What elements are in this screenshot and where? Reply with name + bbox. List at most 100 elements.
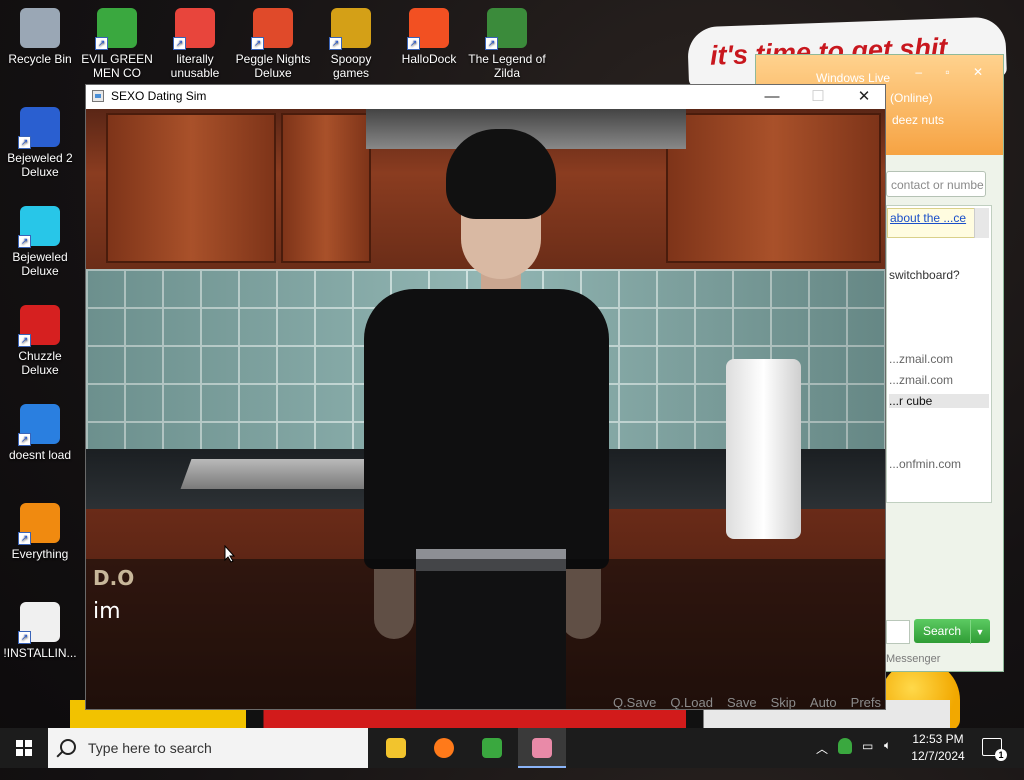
taskbar: Type here to search ︿ ▭ 🔈︎ 12:53 PM 12/7… [0, 728, 1024, 768]
taskbar-app-firefox[interactable] [420, 728, 468, 768]
shortcut-arrow-icon: ↗ [329, 37, 342, 50]
desktop-icon-label: The Legend of Zilda [468, 52, 546, 80]
messenger-status[interactable]: (Online) [890, 91, 933, 105]
paper-towel-roll [726, 359, 801, 539]
desktop-icon[interactable]: ↗ !INSTALLIN... [0, 598, 80, 660]
messenger-tip-link[interactable]: about the ...ce [887, 208, 977, 238]
messenger-contact[interactable]: ...onfmin.com [889, 457, 961, 471]
chevron-up-icon[interactable]: ︿ [816, 740, 828, 780]
messenger-contact[interactable]: ...zmail.com [889, 373, 953, 387]
desktop-icon-label: doesnt load [8, 448, 72, 462]
window-titlebar[interactable]: SEXO Dating Sim — ☐ ✕ [86, 85, 885, 109]
messenger-scrollbar[interactable] [974, 208, 989, 238]
desktop-icon[interactable]: ↗ Bejeweled 2 Deluxe [0, 103, 80, 179]
taskbar-app-dating-sim[interactable] [518, 728, 566, 768]
messenger-window-controls[interactable]: – ▫ ✕ [915, 65, 993, 79]
desktop-icon[interactable]: ↗ HalloDock [389, 4, 469, 66]
start-button[interactable] [0, 728, 48, 768]
taskbar-search-box[interactable]: Type here to search [48, 728, 368, 768]
chevron-down-icon[interactable]: ▼ [970, 620, 989, 644]
dialogue-box[interactable]: D.O im Q.Save Q.Load Save Skip Auto Pref… [86, 559, 885, 709]
bejeweled-icon: ↗ [18, 206, 60, 248]
skip-button[interactable]: Skip [771, 695, 796, 709]
desktop-icon-label: Bejeweled 2 Deluxe [7, 151, 73, 179]
messenger-nickname[interactable]: deez nuts [892, 113, 944, 127]
prefs-button[interactable]: Prefs [851, 695, 881, 709]
desktop-icon[interactable]: ↗ EVIL GREEN MEN CO [77, 4, 157, 80]
messenger-search-input[interactable]: contact or numbe [886, 171, 986, 197]
shortcut-arrow-icon: ↗ [18, 433, 31, 446]
shortcut-arrow-icon: ↗ [18, 334, 31, 347]
shortcut-arrow-icon: ↗ [18, 631, 31, 644]
bejeweled2-icon: ↗ [18, 107, 60, 149]
taskbar-app-messenger[interactable] [468, 728, 516, 768]
shortcut-arrow-icon: ↗ [18, 136, 31, 149]
clock-time: 12:53 PM [912, 732, 964, 746]
desktop-icon-label: !INSTALLIN... [3, 646, 77, 660]
desktop-icon-label: EVIL GREEN MEN CO [81, 52, 153, 80]
dating-sim-window[interactable]: SEXO Dating Sim — ☐ ✕ D.O im Q.Save Q.Lo… [85, 84, 886, 710]
cabinet-door [666, 113, 881, 263]
chuzzle-icon: ↗ [18, 305, 60, 347]
desktop-icon[interactable]: ↗ The Legend of Zilda [467, 4, 547, 80]
character-hair [446, 129, 556, 219]
desktop-icon-label: Bejeweled Deluxe [12, 250, 68, 278]
desktop-icon[interactable]: ↗ Bejeweled Deluxe [0, 202, 80, 278]
search-icon [60, 739, 76, 755]
shortcut-arrow-icon: ↗ [173, 37, 186, 50]
desktop-icon[interactable]: ↗ Chuzzle Deluxe [0, 301, 80, 377]
windows-logo-icon: ↗ [407, 8, 449, 50]
desktop-icon-label: Everything [11, 547, 69, 561]
messenger-search-button-label: Search [922, 624, 962, 638]
desktop-icon-label: Peggle Nights Deluxe [235, 52, 311, 80]
desktop-icon-label: Chuzzle Deluxe [18, 349, 62, 377]
quick-save-button[interactable]: Q.Save [613, 695, 656, 709]
desktop-icon[interactable]: ↗ Spoopy games [311, 4, 391, 80]
quick-load-button[interactable]: Q.Load [670, 695, 713, 709]
messenger-title: Windows Live [816, 71, 891, 85]
messenger-search-field[interactable] [886, 620, 910, 644]
character-shirt [364, 289, 609, 569]
desktop-icon[interactable]: Recycle Bin [0, 4, 80, 66]
game-scene[interactable]: D.O im Q.Save Q.Load Save Skip Auto Pref… [86, 109, 885, 709]
quick-menu: Q.Save Q.Load Save Skip Auto Prefs [613, 695, 881, 709]
desktop-icon-label: literally unusable [170, 52, 220, 80]
taskbar-app-file-explorer[interactable] [372, 728, 420, 768]
desktop-icon-label: HalloDock [401, 52, 457, 66]
network-icon[interactable]: ▭ [862, 739, 873, 779]
close-button[interactable]: ✕ [841, 85, 887, 109]
save-button[interactable]: Save [727, 695, 757, 709]
mouse-cursor-icon [224, 545, 236, 563]
chrome-icon: ↗ [173, 8, 215, 50]
system-clock[interactable]: 12:53 PM 12/7/2024 [900, 731, 976, 765]
shortcut-arrow-icon: ↗ [407, 37, 420, 50]
app-icon [92, 90, 104, 102]
window-title: SEXO Dating Sim [111, 89, 207, 103]
messenger-footer: Messenger [886, 653, 941, 665]
desktop-icon-label: Recycle Bin [8, 52, 72, 66]
messenger-tray-icon[interactable] [838, 738, 852, 754]
windows-logo-icon [16, 740, 32, 756]
firefox-icon [434, 738, 454, 758]
desktop-icon[interactable]: ↗ Peggle Nights Deluxe [233, 4, 313, 80]
maximize-button[interactable]: ☐ [795, 85, 841, 109]
messenger-question: switchboard? [889, 268, 960, 282]
messenger-icon [482, 738, 502, 758]
dating-sim-icon [532, 738, 552, 758]
clock-date: 12/7/2024 [911, 749, 965, 763]
notification-count: 1 [995, 749, 1007, 761]
notification-icon[interactable]: 1 [982, 738, 1007, 761]
desktop-icon[interactable]: ↗ doesnt load [0, 400, 80, 462]
cabinet-door [281, 113, 371, 263]
shortcut-arrow-icon: ↗ [18, 235, 31, 248]
messenger-contact[interactable]: ...zmail.com [889, 352, 953, 366]
minimize-button[interactable]: — [749, 85, 795, 109]
volume-icon[interactable]: 🔈︎ [884, 738, 891, 778]
auto-button[interactable]: Auto [810, 695, 837, 709]
shortcut-arrow-icon: ↗ [251, 37, 264, 50]
desktop-icon[interactable]: ↗ literally unusable [155, 4, 235, 80]
messenger-search-button[interactable]: Search ▼ [914, 619, 990, 644]
messenger-contact[interactable]: ...r cube [889, 394, 989, 408]
desktop-icon[interactable]: ↗ Everything [0, 499, 80, 561]
speaker-name: D.O [93, 566, 135, 590]
